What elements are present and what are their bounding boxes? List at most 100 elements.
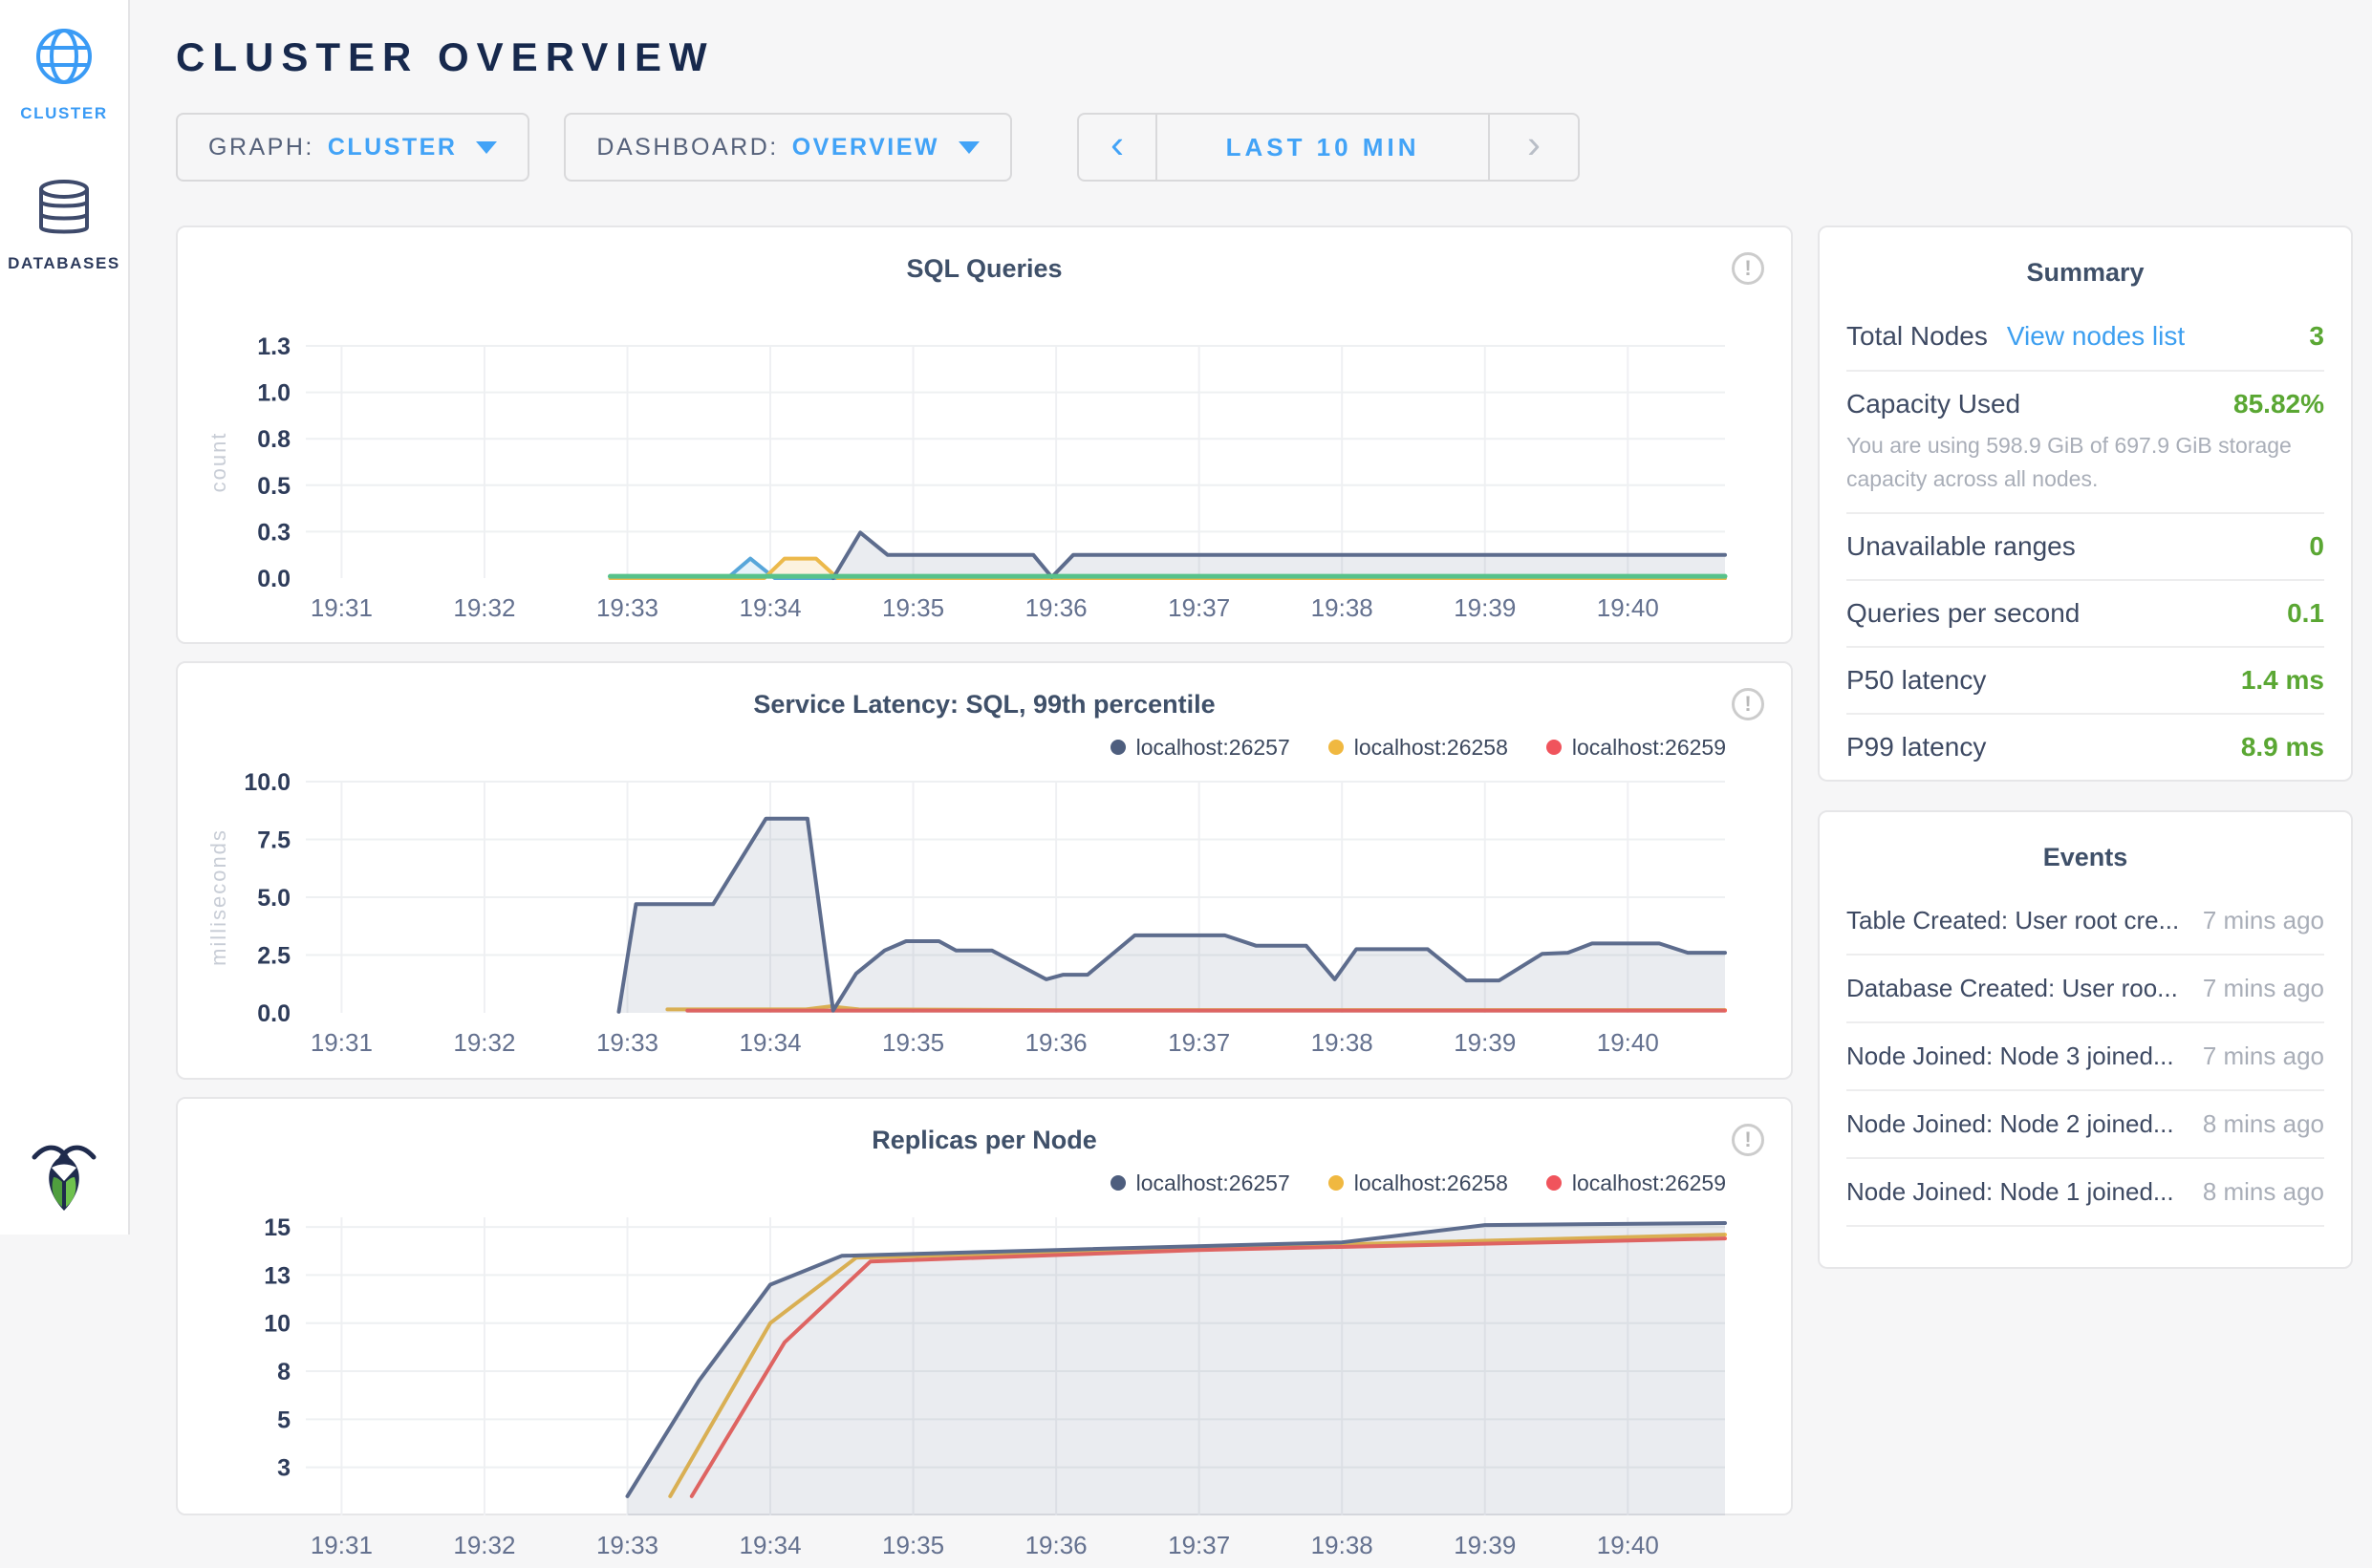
legend-item[interactable]: localhost:26257 bbox=[1111, 1171, 1290, 1196]
svg-text:19:39: 19:39 bbox=[1454, 1028, 1516, 1057]
summary-row: P99 latency8.9 ms bbox=[1846, 713, 2324, 780]
summary-row-value: 85.82% bbox=[2233, 389, 2324, 419]
service-latency-card: Service Latency: SQL, 99th percentile ! … bbox=[176, 661, 1793, 1080]
legend-item[interactable]: localhost:26259 bbox=[1546, 1171, 1726, 1196]
chart-title: SQL Queries bbox=[201, 254, 1768, 287]
svg-text:19:40: 19:40 bbox=[1597, 593, 1659, 622]
svg-text:2.5: 2.5 bbox=[257, 943, 291, 970]
svg-text:19:38: 19:38 bbox=[1311, 1028, 1373, 1057]
svg-text:1.0: 1.0 bbox=[257, 380, 291, 407]
event-text: Node Joined: Node 3 joined... bbox=[1846, 1042, 2174, 1071]
graph-dropdown[interactable]: GRAPH: CLUSTER bbox=[176, 113, 529, 182]
svg-text:0.0: 0.0 bbox=[257, 1000, 291, 1027]
svg-text:milliseconds: milliseconds bbox=[206, 828, 230, 966]
chart-legend: localhost:26257 localhost:26258 localhost:… bbox=[201, 1158, 1768, 1208]
chevron-down-icon bbox=[476, 141, 497, 154]
summary-title: Summary bbox=[1846, 227, 2324, 303]
event-row[interactable]: Database Created: User roo... 7 mins ago bbox=[1846, 956, 2324, 1023]
view-nodes-list-link[interactable]: View nodes list bbox=[2007, 321, 2185, 352]
summary-rows: Total NodesView nodes list3Capacity Used… bbox=[1846, 303, 2324, 780]
chevron-down-icon bbox=[959, 141, 980, 154]
summary-row-value: 1.4 ms bbox=[2241, 665, 2324, 696]
service-latency-chart[interactable]: 19:3119:3219:3319:3419:3519:3619:3719:38… bbox=[201, 772, 1768, 1061]
event-text: Database Created: User roo... bbox=[1846, 974, 2178, 1003]
legend-item[interactable]: localhost:26258 bbox=[1328, 735, 1508, 761]
summary-row-label: P50 latency bbox=[1846, 665, 1986, 696]
summary-row: Capacity Used 85.82% bbox=[1846, 370, 2324, 437]
events-panel: Events Table Created: User root cre...7 … bbox=[1818, 810, 2353, 1269]
svg-text:19:32: 19:32 bbox=[453, 1028, 515, 1057]
dashboard-dropdown-label: DASHBOARD: bbox=[596, 134, 778, 161]
dashboard-dropdown[interactable]: DASHBOARD: OVERVIEW bbox=[564, 113, 1012, 182]
page-title: CLUSTER OVERVIEW bbox=[176, 34, 2353, 80]
svg-text:7.5: 7.5 bbox=[257, 827, 291, 854]
event-row[interactable]: Node Joined: Node 1 joined... 8 mins ago bbox=[1846, 1159, 2324, 1227]
database-icon bbox=[36, 179, 92, 243]
svg-text:19:31: 19:31 bbox=[311, 593, 373, 622]
sidebar-item-databases[interactable]: DATABASES bbox=[8, 179, 120, 273]
svg-text:10.0: 10.0 bbox=[244, 772, 291, 796]
legend-label: localhost:26258 bbox=[1354, 1171, 1508, 1196]
svg-text:19:38: 19:38 bbox=[1311, 1531, 1373, 1559]
svg-text:0.0: 0.0 bbox=[257, 566, 291, 592]
legend-item[interactable]: localhost:26258 bbox=[1328, 1171, 1508, 1196]
main-content: CLUSTER OVERVIEW GRAPH: CLUSTER DASHBOAR… bbox=[132, 34, 2372, 1533]
event-row[interactable]: Node Joined: Node 3 joined... 7 mins ago bbox=[1846, 1023, 2324, 1091]
events-title: Events bbox=[1846, 812, 2324, 888]
svg-text:1.3: 1.3 bbox=[257, 336, 291, 360]
event-row[interactable]: Node Joined: Node 2 joined...8 mins ago bbox=[1846, 1091, 2324, 1159]
summary-row: Total NodesView nodes list3 bbox=[1846, 303, 2324, 370]
legend-dot-icon bbox=[1546, 740, 1562, 755]
summary-row-value: 8.9 ms bbox=[2241, 732, 2324, 763]
svg-text:19:38: 19:38 bbox=[1311, 593, 1373, 622]
summary-row-value: 3 bbox=[2309, 321, 2324, 352]
summary-row: P50 latency 1.4 ms bbox=[1846, 646, 2324, 713]
legend-item[interactable]: localhost:26257 bbox=[1111, 735, 1290, 761]
info-icon[interactable]: ! bbox=[1732, 688, 1764, 720]
svg-text:3: 3 bbox=[277, 1455, 291, 1482]
graph-dropdown-label: GRAPH: bbox=[208, 134, 314, 161]
event-time: 8 mins ago bbox=[2189, 1109, 2324, 1139]
svg-text:0.8: 0.8 bbox=[257, 426, 291, 453]
event-text: Node Joined: Node 1 joined... bbox=[1846, 1177, 2174, 1207]
replicas-per-node-card: Replicas per Node ! localhost:26257local… bbox=[176, 1097, 1793, 1515]
svg-text:19:35: 19:35 bbox=[882, 593, 944, 622]
svg-text:19:40: 19:40 bbox=[1597, 1028, 1659, 1057]
chart-legend bbox=[201, 287, 1768, 336]
svg-text:19:34: 19:34 bbox=[739, 1531, 801, 1559]
legend-label: localhost:26257 bbox=[1136, 735, 1290, 761]
svg-text:count: count bbox=[206, 432, 230, 493]
svg-text:5: 5 bbox=[277, 1407, 291, 1433]
info-icon[interactable]: ! bbox=[1732, 1124, 1764, 1156]
event-time: 7 mins ago bbox=[2189, 974, 2324, 1003]
legend-dot-icon bbox=[1328, 1175, 1344, 1191]
chart-title: Replicas per Node bbox=[201, 1126, 1768, 1158]
svg-text:19:32: 19:32 bbox=[453, 593, 515, 622]
sql-queries-chart[interactable]: 19:3119:3219:3319:3419:3519:3619:3719:38… bbox=[201, 336, 1768, 626]
time-next-button[interactable]: › bbox=[1490, 115, 1578, 180]
sidebar: CLUSTER DATABASES bbox=[0, 0, 130, 1235]
event-text: Table Created: User root cre... bbox=[1846, 906, 2179, 935]
capacity-subtext: You are using 598.9 GiB of 697.9 GiB sto… bbox=[1846, 429, 2324, 512]
replicas-per-node-chart[interactable]: 19:3119:3219:3319:3419:3519:3619:3719:38… bbox=[201, 1208, 1768, 1563]
event-time: 8 mins ago bbox=[2189, 1177, 2324, 1207]
svg-text:19:35: 19:35 bbox=[882, 1028, 944, 1057]
svg-text:19:40: 19:40 bbox=[1597, 1531, 1659, 1559]
summary-panel: Summary Total NodesView nodes list3Capac… bbox=[1818, 226, 2353, 782]
svg-text:19:35: 19:35 bbox=[882, 1531, 944, 1559]
svg-text:19:31: 19:31 bbox=[311, 1531, 373, 1559]
svg-text:19:34: 19:34 bbox=[739, 593, 801, 622]
svg-text:19:33: 19:33 bbox=[596, 1531, 658, 1559]
time-prev-button[interactable]: ‹ bbox=[1079, 115, 1155, 180]
event-row[interactable]: Table Created: User root cre...7 mins ag… bbox=[1846, 888, 2324, 956]
sidebar-item-cluster[interactable]: CLUSTER bbox=[20, 25, 107, 123]
legend-item[interactable]: localhost:26259 bbox=[1546, 735, 1726, 761]
summary-row-label: Capacity Used bbox=[1846, 389, 2020, 419]
time-range-label[interactable]: LAST 10 MIN bbox=[1155, 115, 1490, 180]
event-time: 7 mins ago bbox=[2189, 1042, 2324, 1071]
sql-queries-card: SQL Queries ! 19:3119:3219:3319:3419:351… bbox=[176, 226, 1793, 644]
svg-text:19:37: 19:37 bbox=[1168, 593, 1230, 622]
svg-text:19:37: 19:37 bbox=[1168, 1531, 1230, 1559]
svg-text:8: 8 bbox=[277, 1359, 291, 1385]
info-icon[interactable]: ! bbox=[1732, 252, 1764, 285]
